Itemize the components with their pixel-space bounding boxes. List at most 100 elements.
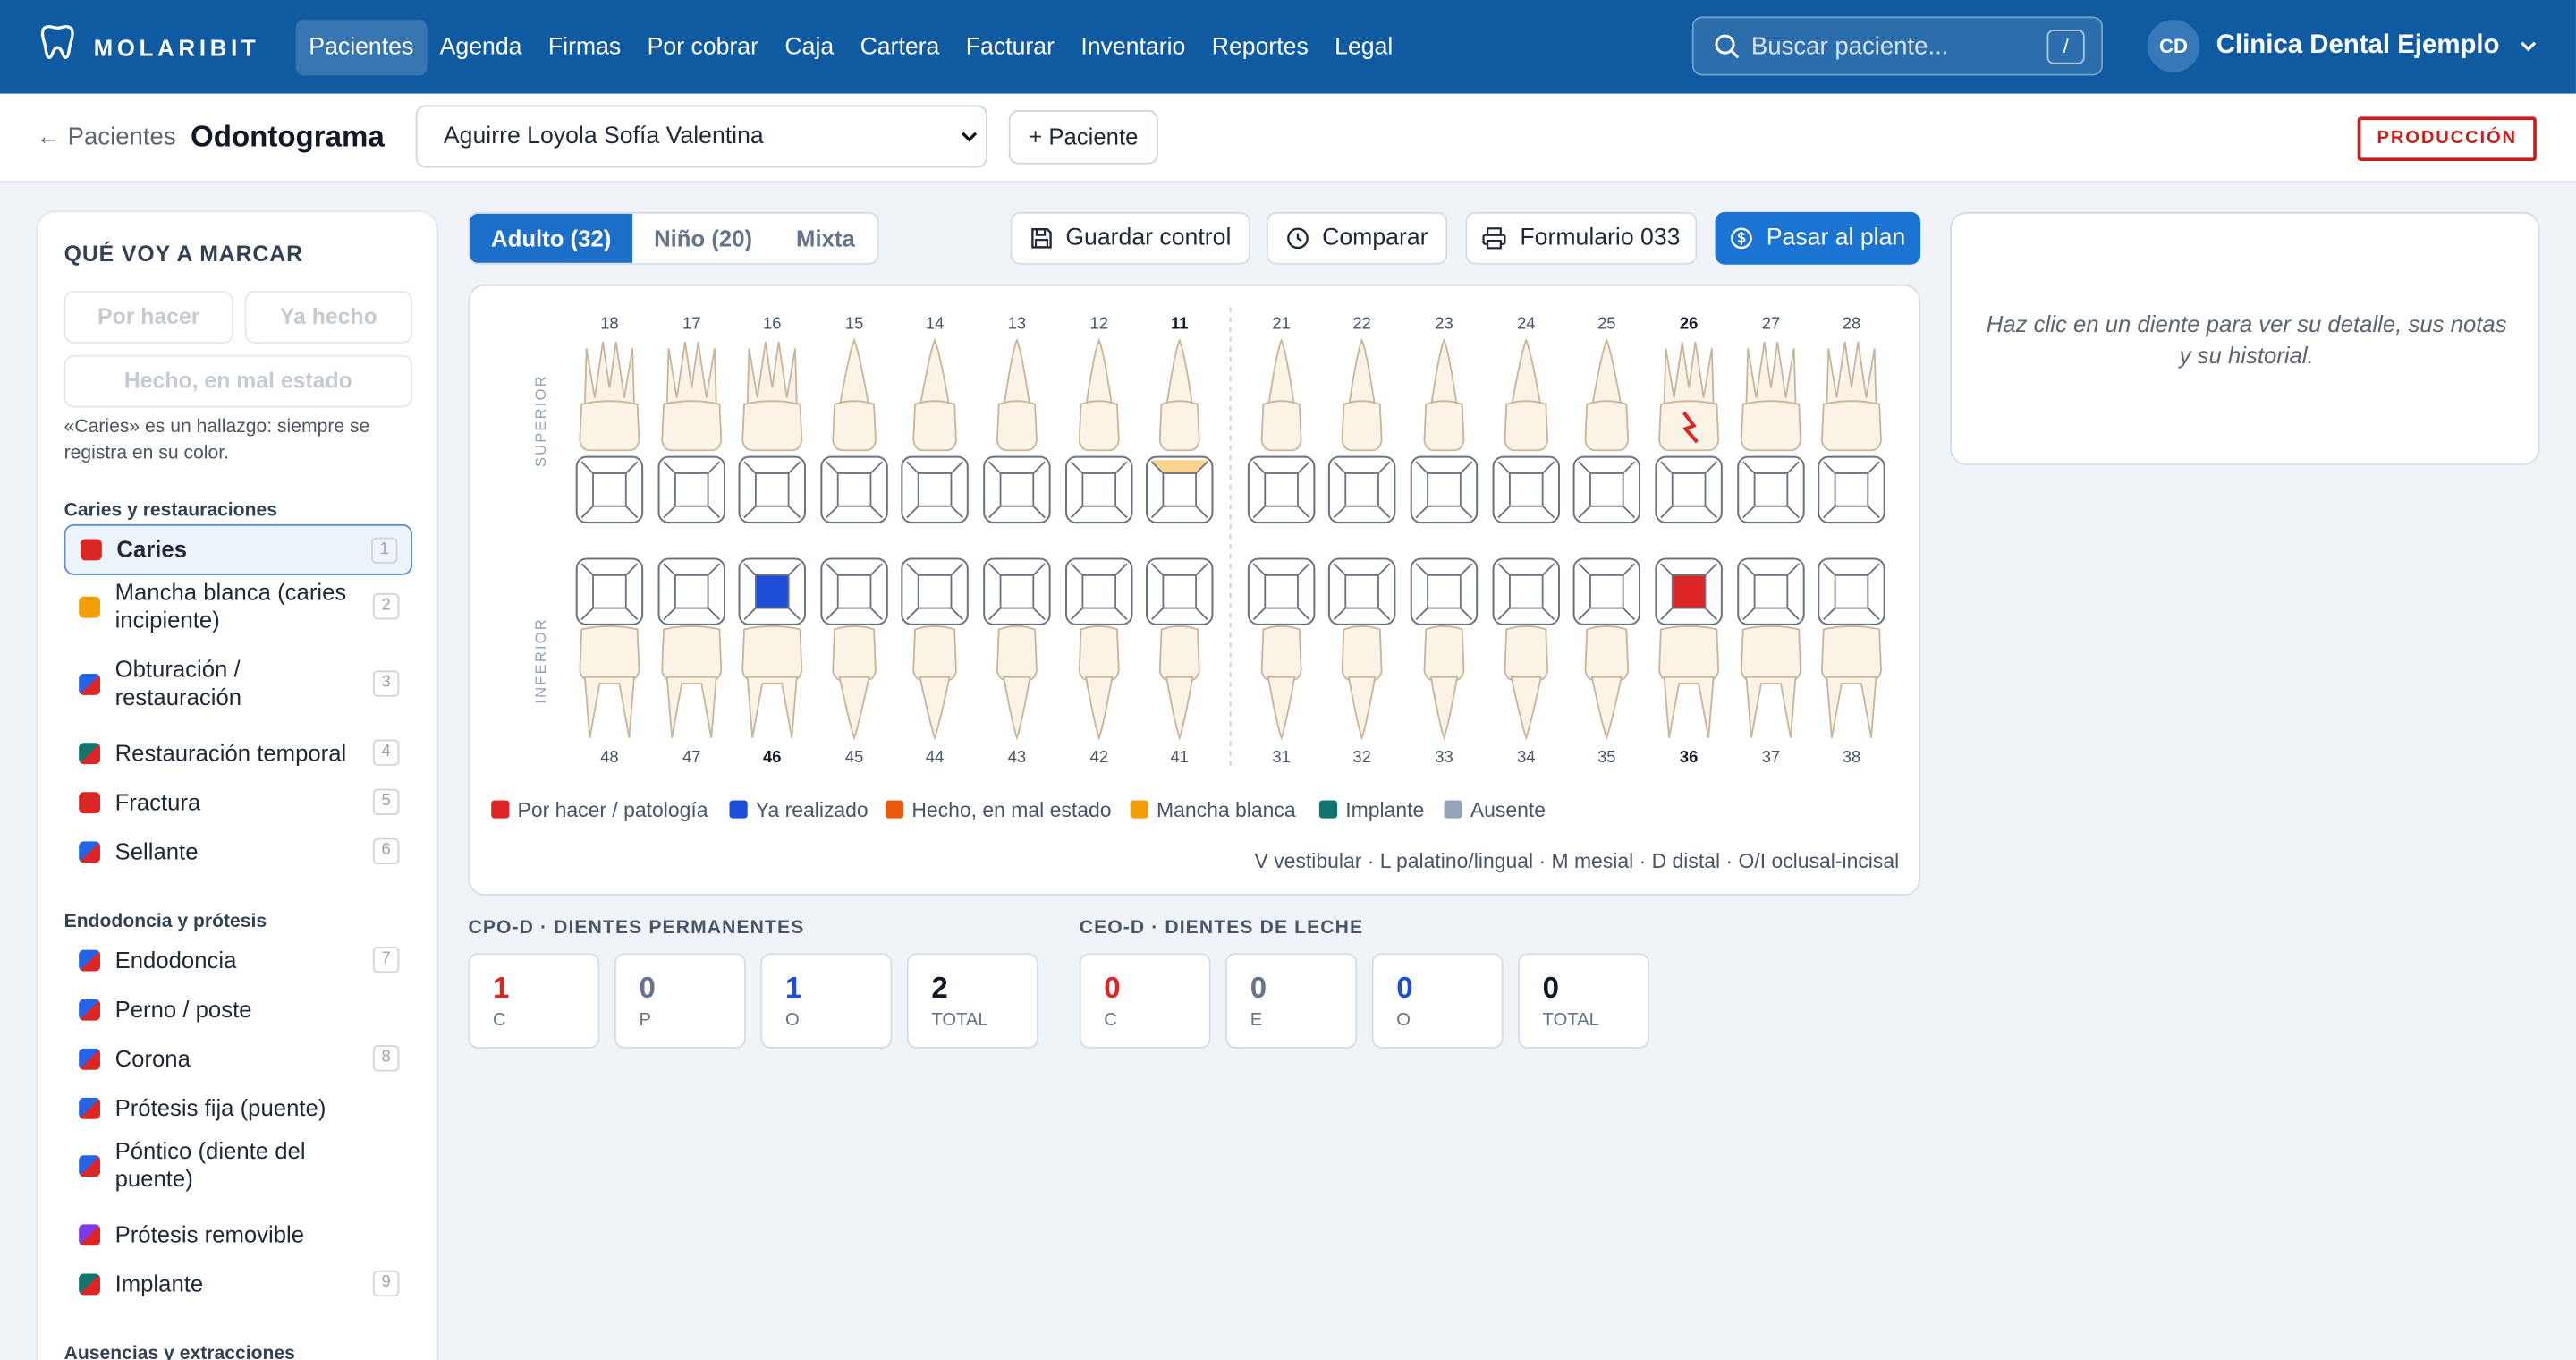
- tooth-17[interactable]: [657, 341, 725, 524]
- surface-occlusal[interactable]: [592, 574, 627, 609]
- tooth-32[interactable]: [1327, 557, 1396, 741]
- tooth-16[interactable]: [738, 341, 806, 524]
- tooth-25[interactable]: [1572, 337, 1641, 524]
- marking-option-mancha-blanca-caries-incipiente-[interactable]: Mancha blanca (caries incipiente) 2: [64, 574, 412, 639]
- nav-caja[interactable]: Caja: [772, 19, 847, 74]
- surface-occlusal[interactable]: [1427, 574, 1462, 609]
- tooth-37[interactable]: [1737, 557, 1805, 738]
- surface-occlusal[interactable]: [1264, 574, 1299, 609]
- tooth-48[interactable]: [575, 557, 644, 738]
- surface-occlusal[interactable]: [1427, 472, 1462, 507]
- tooth-44[interactable]: [901, 557, 969, 741]
- back-to-patients-link[interactable]: ← Pacientes: [36, 123, 175, 151]
- surface-occlusal[interactable]: [1753, 472, 1789, 507]
- surface-occlusal[interactable]: [1834, 574, 1869, 609]
- surface-occlusal[interactable]: [754, 472, 790, 507]
- tooth-13[interactable]: [983, 337, 1051, 524]
- tab-nino[interactable]: Niño (20): [632, 214, 774, 263]
- tooth-14[interactable]: [901, 337, 969, 524]
- nav-pacientes[interactable]: Pacientes: [295, 19, 427, 75]
- nav-facturar[interactable]: Facturar: [953, 19, 1068, 74]
- tooth-38[interactable]: [1818, 557, 1885, 738]
- surface-occlusal[interactable]: [999, 574, 1035, 609]
- filter-mal-estado-button[interactable]: Hecho, en mal estado: [64, 354, 413, 408]
- marking-option-implante[interactable]: Implante 9: [64, 1259, 412, 1308]
- tab-mixta[interactable]: Mixta: [774, 214, 877, 263]
- tooth-28[interactable]: [1818, 341, 1885, 524]
- send-to-plan-button[interactable]: Pasar al plan: [1715, 211, 1921, 265]
- nav-legal[interactable]: Legal: [1321, 19, 1406, 74]
- form-033-button[interactable]: Formulario 033: [1465, 211, 1698, 265]
- marking-option-fractura[interactable]: Fractura 5: [64, 778, 412, 827]
- surface-occlusal[interactable]: [1753, 574, 1789, 609]
- tooth-11[interactable]: [1146, 337, 1214, 524]
- tooth-26[interactable]: [1655, 341, 1723, 524]
- marking-option-pr-tesis-fija-puente-[interactable]: Prótesis fija (puente): [64, 1083, 412, 1132]
- surface-occlusal[interactable]: [592, 472, 627, 507]
- surface-occlusal[interactable]: [1589, 472, 1624, 507]
- nav-por-cobrar[interactable]: Por cobrar: [634, 19, 772, 74]
- nav-cartera[interactable]: Cartera: [847, 19, 953, 74]
- tooth-43[interactable]: [983, 557, 1051, 741]
- tooth-27[interactable]: [1737, 341, 1805, 524]
- marking-option-pr-tesis-removible[interactable]: Prótesis removible: [64, 1210, 412, 1259]
- nav-firmas[interactable]: Firmas: [535, 19, 634, 74]
- surface-occlusal[interactable]: [1834, 472, 1869, 507]
- marking-option-corona[interactable]: Corona 8: [64, 1033, 412, 1083]
- marking-option-p-ntico-diente-del-puente-[interactable]: Póntico (diente del puente): [64, 1132, 412, 1197]
- search-input[interactable]: [1750, 31, 2039, 61]
- save-control-button[interactable]: Guardar control: [1010, 211, 1250, 265]
- surface-occlusal[interactable]: [999, 472, 1035, 507]
- tooth-12[interactable]: [1065, 337, 1133, 524]
- surface-occlusal[interactable]: [1509, 472, 1544, 507]
- tooth-41[interactable]: [1146, 557, 1214, 741]
- tooth-35[interactable]: [1572, 557, 1641, 741]
- tooth-23[interactable]: [1410, 337, 1479, 524]
- surface-occlusal[interactable]: [674, 472, 709, 507]
- surface-occlusal[interactable]: [1344, 472, 1379, 507]
- filter-ya-hecho-button[interactable]: Ya hecho: [244, 291, 413, 344]
- tooth-34[interactable]: [1492, 557, 1561, 741]
- surface-occlusal[interactable]: [1081, 472, 1117, 507]
- marking-option-endodoncia[interactable]: Endodoncia 7: [64, 935, 412, 984]
- surface-occlusal[interactable]: [1671, 574, 1707, 609]
- marking-option-perno-poste[interactable]: Perno / poste: [64, 984, 412, 1033]
- nav-reportes[interactable]: Reportes: [1199, 19, 1321, 74]
- add-patient-button[interactable]: + Paciente: [1008, 110, 1158, 165]
- compare-button[interactable]: Comparar: [1267, 211, 1448, 265]
- marking-option-obturaci-n-restauraci-n[interactable]: Obturación / restauración 3: [64, 650, 412, 716]
- nav-agenda[interactable]: Agenda: [427, 19, 535, 74]
- tooth-24[interactable]: [1492, 337, 1561, 524]
- tooth-31[interactable]: [1247, 557, 1316, 741]
- tooth-15[interactable]: [820, 337, 888, 524]
- surface-occlusal[interactable]: [917, 472, 953, 507]
- tooth-45[interactable]: [820, 557, 888, 741]
- surface-occlusal[interactable]: [1344, 574, 1379, 609]
- surface-occlusal[interactable]: [1264, 472, 1299, 507]
- surface-occlusal[interactable]: [1162, 574, 1198, 609]
- account-menu[interactable]: CD Clinica Dental Ejemplo: [2147, 20, 2539, 72]
- nav-inventario[interactable]: Inventario: [1068, 19, 1199, 74]
- tooth-46[interactable]: [738, 557, 806, 738]
- patient-select[interactable]: Aguirre Loyola Sofía Valentina: [415, 105, 987, 168]
- surface-occlusal[interactable]: [754, 574, 790, 609]
- surface-occlusal[interactable]: [1671, 472, 1707, 507]
- marking-option-caries[interactable]: Caries 1: [64, 523, 413, 575]
- marking-option-restauraci-n-temporal[interactable]: Restauración temporal 4: [64, 728, 412, 778]
- tooth-18[interactable]: [575, 341, 644, 524]
- tab-adulto[interactable]: Adulto (32): [470, 213, 633, 263]
- tooth-22[interactable]: [1327, 337, 1396, 524]
- surface-occlusal[interactable]: [674, 574, 709, 609]
- tooth-21[interactable]: [1247, 337, 1316, 524]
- brand[interactable]: MOLARIBIT: [36, 21, 283, 72]
- surface-occlusal[interactable]: [1589, 574, 1624, 609]
- surface-occlusal[interactable]: [1509, 574, 1544, 609]
- surface-occlusal[interactable]: [1162, 472, 1198, 507]
- tooth-33[interactable]: [1410, 557, 1479, 741]
- tooth-36[interactable]: [1655, 557, 1723, 738]
- surface-occlusal[interactable]: [1081, 574, 1117, 609]
- tooth-47[interactable]: [657, 557, 725, 738]
- surface-occlusal[interactable]: [836, 472, 872, 507]
- marking-option-sellante[interactable]: Sellante 6: [64, 827, 412, 876]
- surface-occlusal[interactable]: [836, 574, 872, 609]
